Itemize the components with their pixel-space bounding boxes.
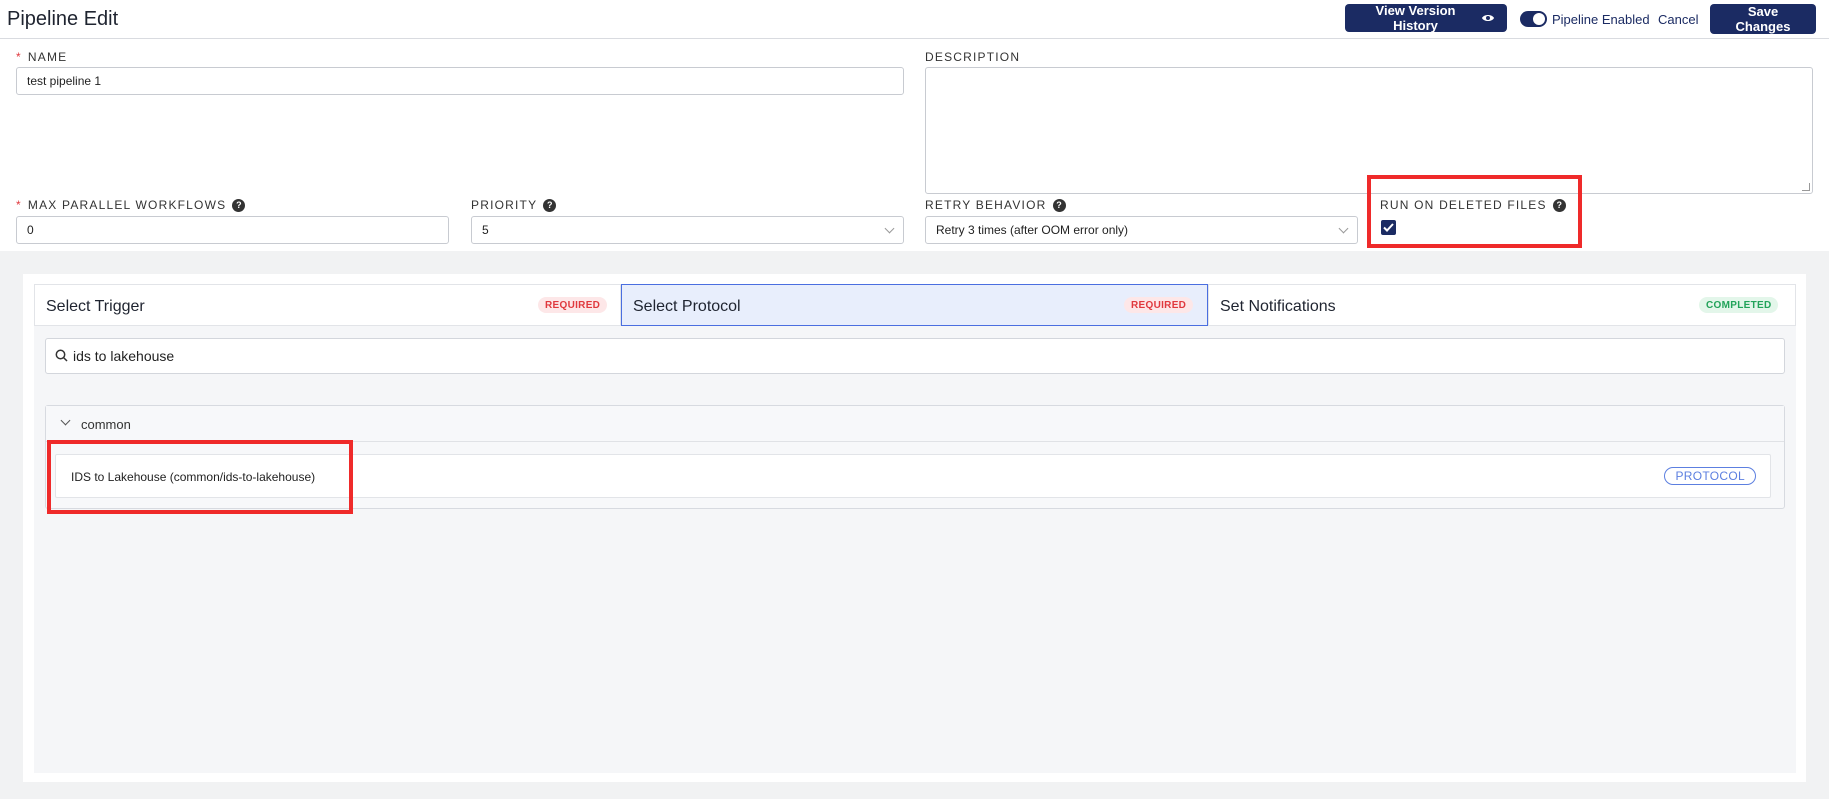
search-query: ids to lakehouse — [73, 348, 175, 364]
name-label-text: NAME — [27, 50, 68, 64]
pipeline-enabled-label[interactable]: Pipeline Enabled — [1552, 12, 1650, 27]
protocol-tag: PROTOCOL — [1664, 467, 1756, 485]
top-bar: Pipeline Edit View Version History Pipel… — [0, 0, 1829, 39]
retry-behavior-value: Retry 3 times (after OOM error only) — [936, 223, 1129, 237]
tab-label: Select Trigger — [46, 298, 145, 315]
group-header[interactable]: common — [46, 406, 1784, 442]
retry-behavior-label-text: RETRY BEHAVIOR — [925, 198, 1047, 212]
priority-value: 5 — [482, 223, 489, 237]
group-name: common — [81, 417, 131, 432]
search-icon — [55, 349, 68, 362]
protocol-search-input[interactable]: ids to lakehouse — [45, 338, 1785, 374]
run-on-deleted-label: RUN ON DELETED FILES ? — [1380, 198, 1566, 212]
description-label: DESCRIPTION — [925, 50, 1021, 64]
max-parallel-label: * MAX PARALLEL WORKFLOWS ? — [16, 198, 246, 212]
question-circle-icon[interactable]: ? — [1052, 198, 1066, 212]
chevron-down-icon — [60, 415, 71, 426]
page-title: Pipeline Edit — [7, 8, 119, 30]
tab-set-notifications[interactable]: Set Notifications COMPLETED — [1208, 284, 1796, 326]
protocol-name: IDS to Lakehouse (common/ids-to-lakehous… — [71, 470, 316, 484]
protocol-list-item[interactable]: IDS to Lakehouse (common/ids-to-lakehous… — [55, 454, 1771, 498]
status-badge: REQUIRED — [1124, 297, 1194, 313]
status-badge: REQUIRED — [538, 297, 608, 313]
required-marker: * — [16, 198, 22, 212]
protocol-group: common IDS to Lakehouse (common/ids-to-l… — [45, 405, 1785, 509]
view-version-history-label: View Version History — [1375, 3, 1456, 33]
max-parallel-label-text: MAX PARALLEL WORKFLOWS — [27, 198, 227, 212]
resize-handle[interactable] — [1802, 183, 1810, 191]
tab-select-protocol[interactable]: Select Protocol REQUIRED — [621, 284, 1208, 326]
check-icon — [1383, 223, 1394, 232]
run-on-deleted-checkbox[interactable] — [1381, 220, 1396, 235]
priority-label-text: PRIORITY — [471, 198, 538, 212]
question-circle-icon[interactable]: ? — [1552, 198, 1566, 212]
chevron-down-icon — [1338, 223, 1349, 234]
view-version-history-button[interactable]: View Version History — [1345, 3, 1507, 33]
chevron-down-icon — [884, 223, 895, 234]
eye-icon — [1481, 11, 1495, 26]
retry-behavior-label: RETRY BEHAVIOR ? — [925, 198, 1066, 212]
pipeline-enabled-toggle[interactable] — [1520, 11, 1547, 27]
max-parallel-input[interactable]: 0 — [16, 216, 449, 244]
tab-select-trigger[interactable]: Select Trigger REQUIRED — [34, 284, 621, 326]
priority-select[interactable]: 5 — [471, 216, 904, 244]
description-textarea[interactable] — [925, 67, 1813, 194]
toggle-knob — [1533, 13, 1545, 25]
save-changes-button[interactable]: Save Changes — [1710, 4, 1816, 34]
retry-behavior-select[interactable]: Retry 3 times (after OOM error only) — [925, 216, 1358, 244]
name-label: * NAME — [16, 50, 67, 64]
run-on-deleted-label-text: RUN ON DELETED FILES — [1380, 198, 1547, 212]
tab-label: Set Notifications — [1220, 298, 1336, 315]
tab-label: Select Protocol — [633, 298, 741, 315]
question-circle-icon[interactable]: ? — [543, 198, 557, 212]
question-circle-icon[interactable]: ? — [232, 198, 246, 212]
cancel-button[interactable]: Cancel — [1658, 12, 1698, 27]
name-input[interactable]: test pipeline 1 — [16, 67, 904, 95]
status-badge: COMPLETED — [1699, 297, 1779, 313]
priority-label: PRIORITY ? — [471, 198, 557, 212]
required-marker: * — [16, 50, 22, 64]
